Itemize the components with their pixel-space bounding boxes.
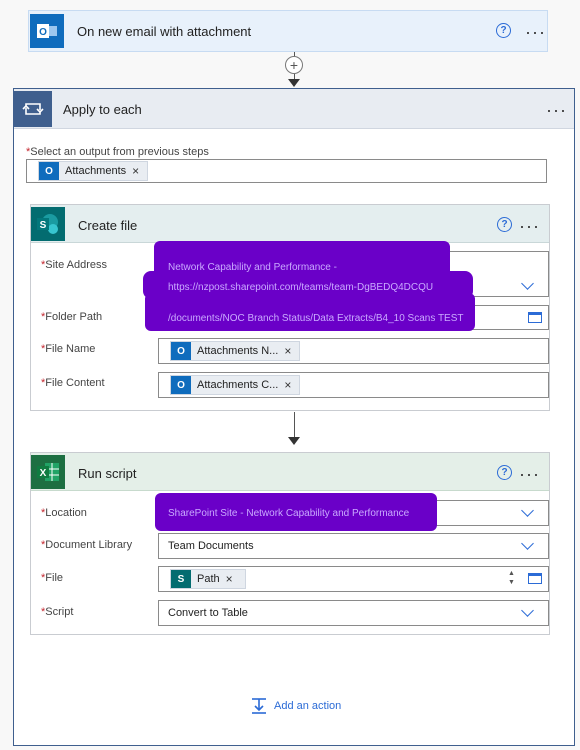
file-content-label: *File Content [41,377,105,389]
apply-to-each-header[interactable]: Apply to each ··· [14,89,574,129]
help-icon[interactable]: ? [496,23,511,38]
connector-arrow [288,437,300,445]
location-value: SharePoint Site - Network Capability and… [168,508,410,519]
file-name-label: *File Name [41,343,96,355]
outlook-icon: O [171,342,191,360]
svg-text:O: O [39,27,47,38]
document-library-label: *Document Library [41,539,133,551]
outlook-icon: O [171,376,191,394]
outlook-icon: O [30,14,64,48]
run-script-card: X Run script ? ··· *Location SharePoint … [30,452,550,635]
script-label: *Script [41,606,74,618]
excel-icon: X [31,455,65,489]
token-remove-button[interactable]: × [284,378,291,392]
path-token[interactable]: S Path × [170,569,246,589]
outlook-icon: O [39,162,59,180]
token-remove-button[interactable]: × [226,572,233,586]
sharepoint-icon: S [171,570,191,588]
folder-path-value: /documents/NOC Branch Status/Data Extrac… [168,313,464,324]
add-action-icon [252,698,266,714]
help-icon[interactable]: ? [497,465,512,480]
document-library-value: Team Documents [168,540,254,552]
connector-line [294,412,295,440]
run-script-header[interactable]: X Run script ? ··· [31,453,549,491]
apply-to-each-card: Apply to each ··· *Select an output from… [13,88,575,746]
svg-text:S: S [40,220,47,231]
sharepoint-icon: S [31,207,65,241]
more-icon[interactable]: ··· [546,101,567,119]
folder-icon[interactable] [528,312,542,323]
help-icon[interactable]: ? [497,217,512,232]
token-label: Path [197,573,220,585]
create-file-title: Create file [78,218,138,233]
folder-path-label: *Folder Path [41,311,103,323]
token-remove-button[interactable]: × [284,344,291,358]
redaction-mark [145,293,475,331]
site-address-line1: Network Capability and Performance - [168,262,337,273]
create-file-header[interactable]: S Create file ? ··· [31,205,549,243]
site-address-label: *Site Address [41,259,108,271]
token-label: Attachments C... [197,379,279,391]
run-script-title: Run script [78,466,137,481]
more-icon[interactable]: ··· [519,217,540,235]
file-label: *File [41,572,64,584]
output-label-text: Select an output from previous steps [30,146,209,158]
site-address-line2: https://nzpost.sharepoint.com/teams/team… [168,282,434,293]
token-remove-button[interactable]: × [132,164,139,178]
apply-to-each-title: Apply to each [63,102,142,117]
file-name-token[interactable]: O Attachments N... × [170,341,300,361]
token-label: Attachments [65,165,127,177]
trigger-title: On new email with attachment [77,24,252,39]
add-action-label: Add an action [274,700,342,712]
plus-icon[interactable]: + [285,56,303,74]
add-action-button[interactable]: Add an action [250,696,341,716]
folder-icon[interactable] [528,573,542,584]
loop-icon [14,91,52,127]
token-label: Attachments N... [197,345,279,357]
output-label: *Select an output from previous steps [26,146,209,158]
file-content-token[interactable]: O Attachments C... × [170,375,300,395]
script-value: Convert to Table [168,607,248,619]
svg-text:X: X [40,468,47,479]
create-file-card: S Create file ? ··· *Site Address *Folde… [30,204,550,411]
location-label: *Location [41,507,87,519]
scroll-stepper[interactable]: ▲ ▼ [508,569,516,589]
connector-arrow [288,79,300,87]
more-icon[interactable]: ··· [519,465,540,483]
more-icon[interactable]: ··· [525,23,546,41]
trigger-card[interactable]: O On new email with attachment ? ··· [28,10,548,52]
attachments-token[interactable]: O Attachments × [38,161,148,181]
